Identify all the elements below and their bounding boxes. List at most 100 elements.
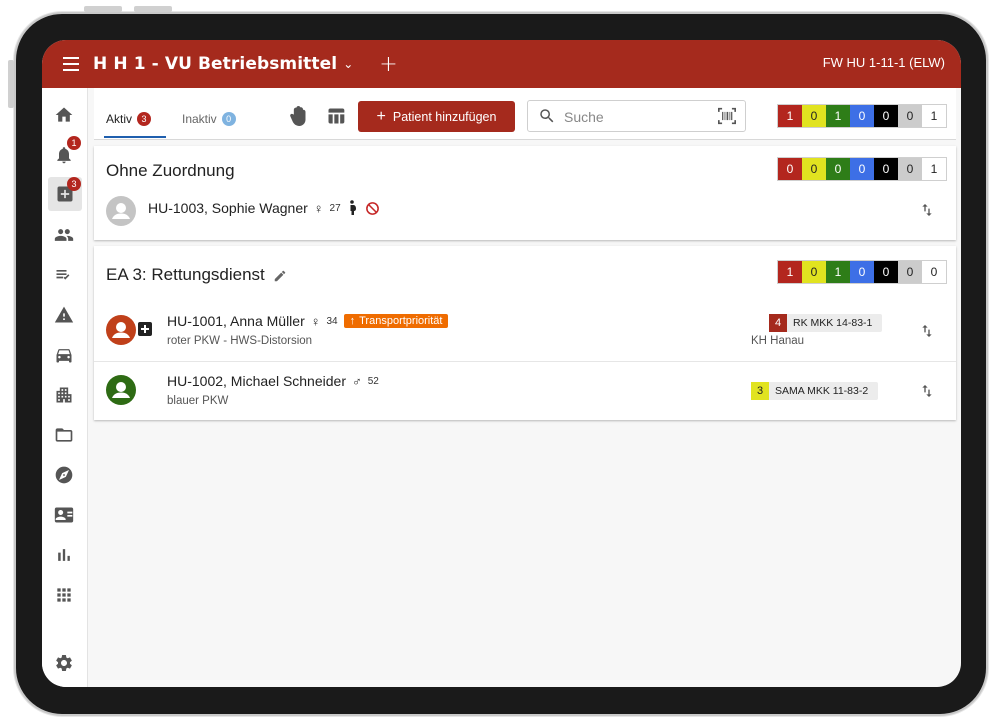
chevron-down-icon[interactable]: ⌄ [343,57,353,71]
home-icon[interactable] [53,104,75,126]
table-row[interactable]: HU-1001, Anna Müller ♀ 34 ↑ Transportpri… [94,302,956,360]
tab-inaktiv-count: 0 [221,112,236,126]
triage-summary-section: 0000001 [777,157,947,181]
triage-count-black: 0 [874,261,898,283]
patient-avatar [106,196,136,226]
sort-arrows-icon[interactable] [919,202,935,218]
patient-subtitle: roter PKW - HWS-Distorsion [167,335,313,347]
patient-age: 34 [326,315,338,327]
contact-card-icon[interactable] [53,504,75,526]
edit-pencil-icon[interactable] [273,268,287,282]
triage-count-black: 0 [874,158,898,180]
female-icon: ♀ [313,200,324,216]
sort-arrows-icon[interactable] [919,383,935,399]
search-box[interactable] [527,100,746,132]
triage-count-white: 0 [922,261,946,283]
triage-count-green: 0 [826,158,850,180]
pregnant-icon [349,200,356,215]
patient-avatar [106,375,136,405]
male-icon: ♂ [351,373,362,389]
no-symbol-icon [365,201,379,215]
menu-icon[interactable] [63,57,81,71]
people-icon[interactable] [53,224,75,246]
add-patient-label: Patient hinzufügen [392,109,497,124]
unit-chip[interactable]: 4 RK MKK 14-83-1 [769,314,883,332]
priority-label: Transportpriorität [359,315,443,327]
toolbar: Aktiv 3 Inaktiv 0 + Patient hinzufügen S… [94,88,956,140]
bar-chart-icon[interactable] [53,544,75,566]
plus-icon: + [376,107,386,125]
apps-grid-icon[interactable] [53,584,75,606]
triage-count-white: 1 [922,105,946,127]
alarm-badge: 1 [67,136,81,150]
search-icon [540,109,554,123]
table-row[interactable]: HU-1003, Sophie Wagner ♀ 27 [94,182,956,240]
tab-aktiv-count: 3 [137,112,152,126]
volume-up-button [84,6,122,12]
table-icon[interactable] [326,106,346,126]
patient-name-line: HU-1003, Sophie Wagner ♀ 27 [148,200,380,216]
barcode-scan-icon[interactable] [717,107,737,125]
triage-count-grey: 0 [898,261,922,283]
settings-gear-icon[interactable] [53,652,75,674]
triage-count-green: 1 [826,261,850,283]
unit-label: RK MKK 14-83-1 [793,317,873,329]
patient-avatar [106,315,136,345]
transport-priority-badge: ↑ Transportpriorität [343,314,449,328]
unit-label[interactable]: FW HU 1-11-1 (ELW) [823,55,945,70]
add-patient-button[interactable]: + Patient hinzufügen [358,101,515,132]
triage-count-white: 1 [922,158,946,180]
unit-number: 3 [751,382,769,400]
tab-aktiv-label: Aktiv [106,112,133,126]
add-incident-button[interactable]: + [379,52,397,77]
folder-icon[interactable] [53,424,75,446]
triage-count-yellow: 0 [802,261,826,283]
patient-age: 52 [367,375,379,387]
compass-icon[interactable] [53,464,75,486]
sort-arrows-icon[interactable] [919,323,935,339]
hospital-label: KH Hanau [751,335,805,347]
patient-name-line: HU-1002, Michael Schneider ♂ 52 [167,373,379,389]
triage-count-red: 1 [778,261,802,283]
triage-count-red: 0 [778,158,802,180]
tab-inaktiv[interactable]: Inaktiv 0 [182,112,236,126]
main-content: Aktiv 3 Inaktiv 0 + Patient hinzufügen S… [94,88,956,687]
patient-name: HU-1003, Sophie Wagner [148,200,308,216]
incident-title[interactable]: H H 1 - VU Betriebsmittel [93,54,337,74]
triage-count-blue: 0 [850,158,874,180]
search-input[interactable] [564,107,704,127]
patient-name: HU-1002, Michael Schneider [167,373,346,389]
patients-badge: 3 [67,177,81,191]
triage-count-grey: 0 [898,158,922,180]
table-row[interactable]: HU-1002, Michael Schneider ♂ 52 blauer P… [94,361,956,419]
power-button [8,60,14,108]
unit-number: 4 [769,314,787,332]
arrow-up-icon: ↑ [349,315,356,327]
unit-label: SAMA MKK 11-83-2 [775,385,869,397]
section-title-text: Ohne Zuordnung [106,161,235,180]
triage-count-yellow: 0 [802,105,826,127]
triage-count-yellow: 0 [802,158,826,180]
triage-count-red: 1 [778,105,802,127]
vehicle-icon[interactable] [53,344,75,366]
hand-icon[interactable] [288,106,308,126]
triage-summary-section: 1010000 [777,260,947,284]
volume-down-button [134,6,172,12]
building-icon[interactable] [53,384,75,406]
task-list-icon[interactable] [53,264,75,286]
patient-subtitle: blauer PKW [167,395,229,407]
tab-inaktiv-label: Inaktiv [182,112,217,126]
patient-name: HU-1001, Anna Müller [167,313,305,329]
section-title-text: EA 3: Rettungsdienst [106,265,265,284]
section-ohne-zuordnung: Ohne Zuordnung 0000001 HU-1003, Sophie W… [94,146,956,240]
triage-count-blue: 0 [850,105,874,127]
tab-aktiv[interactable]: Aktiv 3 [106,112,152,126]
top-app-bar: H H 1 - VU Betriebsmittel ⌄ + FW HU 1-11… [42,40,961,88]
section-title: Ohne Zuordnung [106,161,235,181]
warning-icon[interactable] [53,304,75,326]
app-screen: H H 1 - VU Betriebsmittel ⌄ + FW HU 1-11… [42,40,961,687]
triage-count-green: 1 [826,105,850,127]
unit-chip[interactable]: 3 SAMA MKK 11-83-2 [751,382,879,400]
female-icon: ♀ [310,313,321,329]
patient-name-line: HU-1001, Anna Müller ♀ 34 ↑ Transportpri… [167,313,449,329]
